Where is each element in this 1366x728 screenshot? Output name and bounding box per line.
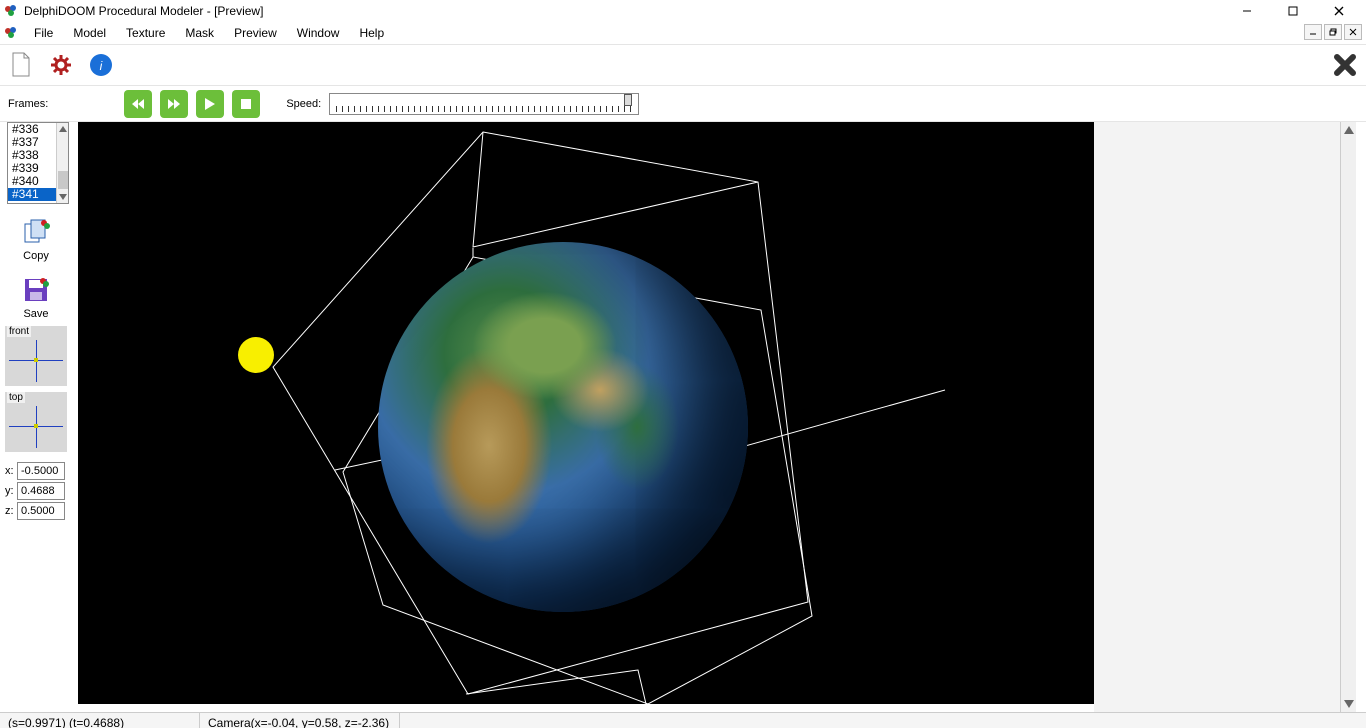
status-st: (s=0.9971) (t=0.4688) — [0, 713, 200, 728]
copy-button[interactable]: Copy — [8, 218, 64, 262]
right-panel — [1094, 122, 1356, 712]
app-icon — [4, 4, 18, 18]
menu-window[interactable]: Window — [287, 24, 350, 42]
slider-thumb[interactable] — [624, 94, 632, 106]
sidebar: #336 #337 #338 #339 #340 #341 Copy Save — [0, 122, 72, 712]
window-title: DelphiDOOM Procedural Modeler - [Preview… — [24, 4, 1224, 18]
save-icon — [21, 276, 51, 304]
right-scrollbar[interactable] — [1340, 122, 1356, 712]
close-preview-button[interactable] — [1332, 52, 1358, 78]
frame-list-scrollbar[interactable] — [56, 123, 68, 203]
ortho-top-label: top — [7, 392, 25, 403]
playback-bar: Frames: Speed: — [0, 86, 1366, 122]
menu-file[interactable]: File — [24, 24, 63, 42]
new-document-button[interactable] — [8, 52, 34, 78]
earth-sphere — [378, 242, 748, 612]
scroll-up-icon[interactable] — [1342, 122, 1356, 138]
info-button[interactable]: i — [88, 52, 114, 78]
menu-help[interactable]: Help — [349, 24, 394, 42]
y-input[interactable] — [17, 482, 65, 500]
mdi-controls — [1304, 24, 1362, 40]
mdi-close-button[interactable] — [1344, 24, 1362, 40]
minimize-button[interactable] — [1224, 0, 1270, 22]
save-label: Save — [8, 308, 64, 320]
speed-label: Speed: — [286, 98, 321, 110]
ortho-top-view[interactable]: top — [5, 392, 67, 452]
x-input[interactable] — [17, 462, 65, 480]
ortho-front-label: front — [7, 326, 31, 337]
ortho-front-view[interactable]: front — [5, 326, 67, 386]
menu-bar: File Model Texture Mask Preview Window H… — [0, 22, 1366, 44]
status-camera: Camera(x=-0.04, y=0.58, z=-2.36) — [200, 713, 400, 728]
mdi-minimize-button[interactable] — [1304, 24, 1322, 40]
document-app-icon — [4, 26, 18, 40]
settings-button[interactable] — [48, 52, 74, 78]
copy-icon — [21, 218, 51, 246]
main-toolbar: i — [0, 44, 1366, 86]
fastforward-button[interactable] — [160, 90, 188, 118]
close-button[interactable] — [1316, 0, 1362, 22]
x-label: x: — [5, 465, 15, 477]
speed-slider[interactable] — [329, 93, 639, 115]
scroll-thumb[interactable] — [58, 171, 68, 189]
svg-text:i: i — [100, 59, 103, 73]
menu-preview[interactable]: Preview — [224, 24, 287, 42]
scroll-down-icon[interactable] — [1342, 696, 1356, 712]
frames-label: Frames: — [8, 98, 48, 110]
stop-button[interactable] — [232, 90, 260, 118]
y-label: y: — [5, 485, 15, 497]
frame-list[interactable]: #336 #337 #338 #339 #340 #341 — [7, 122, 69, 204]
slider-ticks — [336, 106, 632, 112]
title-bar: DelphiDOOM Procedural Modeler - [Preview… — [0, 0, 1366, 22]
maximize-button[interactable] — [1270, 0, 1316, 22]
3d-viewport[interactable] — [78, 122, 1094, 704]
menu-mask[interactable]: Mask — [175, 24, 224, 42]
light-gizmo[interactable] — [238, 337, 274, 373]
rewind-button[interactable] — [124, 90, 152, 118]
menu-texture[interactable]: Texture — [116, 24, 175, 42]
play-button[interactable] — [196, 90, 224, 118]
copy-label: Copy — [8, 250, 64, 262]
workspace: #336 #337 #338 #339 #340 #341 Copy Save — [0, 122, 1366, 712]
menu-model[interactable]: Model — [63, 24, 116, 42]
scroll-down-icon[interactable] — [58, 191, 68, 203]
scroll-up-icon[interactable] — [58, 123, 68, 135]
z-label: z: — [5, 505, 15, 517]
z-input[interactable] — [17, 502, 65, 520]
coordinate-inputs: x: y: z: — [5, 462, 67, 520]
status-bar: (s=0.9971) (t=0.4688) Camera(x=-0.04, y=… — [0, 712, 1366, 728]
window-controls — [1224, 0, 1362, 22]
save-button[interactable]: Save — [8, 276, 64, 320]
mdi-restore-button[interactable] — [1324, 24, 1342, 40]
viewport-container — [72, 122, 1366, 712]
